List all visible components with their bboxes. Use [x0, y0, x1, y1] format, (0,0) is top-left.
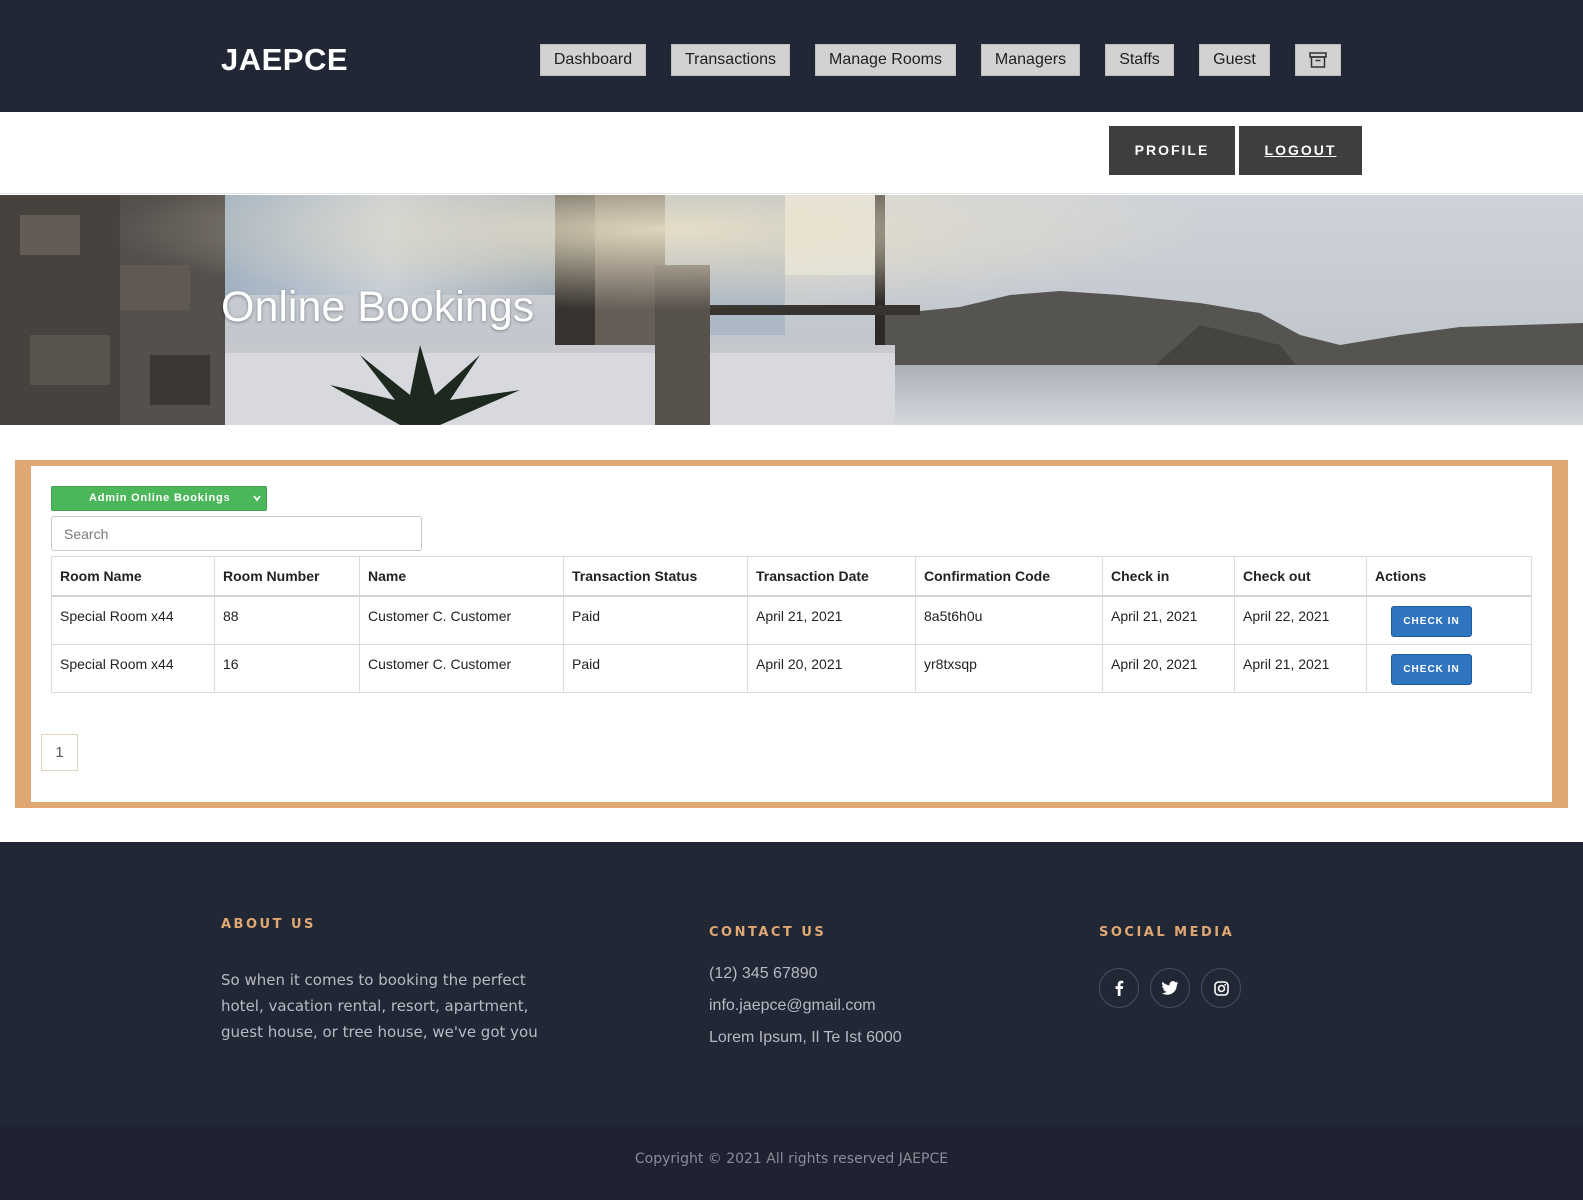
table-row: Special Room x44 16 Customer C. Customer…	[51, 643, 1532, 693]
cell-name: Customer C. Customer	[359, 643, 564, 693]
facebook-link[interactable]	[1099, 968, 1139, 1008]
table-header-row: Room Name Room Number Name Transaction S…	[51, 556, 1532, 597]
twitter-icon	[1162, 981, 1178, 995]
facebook-icon	[1115, 980, 1124, 996]
col-confirmation-code[interactable]: Confirmation Code	[915, 556, 1103, 597]
copyright-bar: Copyright © 2021 All rights reserved JAE…	[0, 1125, 1583, 1200]
bookings-table: Room Name Room Number Name Transaction S…	[51, 556, 1532, 693]
nav-transactions-button[interactable]: Transactions	[671, 44, 790, 76]
col-actions: Actions	[1366, 556, 1532, 597]
logout-label: LOGOUT	[1264, 142, 1337, 158]
cell-confirmation-code: yr8txsqp	[915, 643, 1103, 693]
search-input[interactable]	[51, 516, 422, 551]
nav-staffs-button[interactable]: Staffs	[1105, 44, 1174, 76]
contact-address: Lorem Ipsum, Il Te Ist 6000	[709, 1029, 902, 1046]
cell-actions: CHECK IN	[1366, 595, 1532, 645]
instagram-icon	[1213, 980, 1229, 996]
cell-name: Customer C. Customer	[359, 595, 564, 645]
nav-guest-button[interactable]: Guest	[1199, 44, 1270, 76]
cell-check-in: April 21, 2021	[1102, 595, 1235, 645]
bookings-panel: Admin Online Bookings Room Name Room Num…	[31, 466, 1552, 802]
archive-icon	[1309, 52, 1327, 68]
top-navbar: JAEPCE Dashboard Transactions Manage Roo…	[0, 0, 1583, 112]
admin-bookings-dropdown[interactable]: Admin Online Bookings	[51, 486, 267, 511]
col-transaction-status[interactable]: Transaction Status	[563, 556, 748, 597]
col-check-in[interactable]: Check in	[1102, 556, 1235, 597]
logout-button[interactable]: LOGOUT	[1239, 126, 1362, 175]
chevron-down-icon	[253, 495, 261, 502]
nav-manage-rooms-button[interactable]: Manage Rooms	[815, 44, 956, 76]
about-text: So when it comes to booking the perfect …	[221, 971, 538, 1041]
col-room-name[interactable]: Room Name	[51, 556, 215, 597]
about-heading: ABOUT US	[221, 917, 316, 932]
check-in-button[interactable]: CHECK IN	[1391, 606, 1472, 637]
pagination-page-1[interactable]: 1	[41, 734, 78, 771]
brand-logo[interactable]: JAEPCE	[221, 42, 348, 78]
cell-room-number: 88	[214, 595, 360, 645]
cell-transaction-status: Paid	[563, 643, 748, 693]
page-title: Online Bookings	[221, 283, 535, 331]
copyright-text: Copyright © 2021 All rights reserved JAE…	[634, 1151, 949, 1167]
cell-transaction-date: April 20, 2021	[747, 643, 916, 693]
cell-check-out: April 21, 2021	[1234, 643, 1367, 693]
col-transaction-date[interactable]: Transaction Date	[747, 556, 916, 597]
table-row: Special Room x44 88 Customer C. Customer…	[51, 595, 1532, 645]
nav-managers-button[interactable]: Managers	[981, 44, 1080, 76]
instagram-link[interactable]	[1201, 968, 1241, 1008]
col-name[interactable]: Name	[359, 556, 564, 597]
hero-banner: Online Bookings	[0, 195, 1583, 425]
col-room-number[interactable]: Room Number	[214, 556, 360, 597]
cell-transaction-date: April 21, 2021	[747, 595, 916, 645]
social-heading: SOCIAL MEDIA	[1099, 925, 1235, 940]
profile-button[interactable]: PROFILE	[1109, 126, 1235, 175]
cell-confirmation-code: 8a5t6h0u	[915, 595, 1103, 645]
cell-transaction-status: Paid	[563, 595, 748, 645]
nav-dashboard-button[interactable]: Dashboard	[540, 44, 646, 76]
cell-check-out: April 22, 2021	[1234, 595, 1367, 645]
cell-actions: CHECK IN	[1366, 643, 1532, 693]
cell-room-name: Special Room x44	[51, 643, 215, 693]
col-check-out[interactable]: Check out	[1234, 556, 1367, 597]
contact-heading: CONTACT US	[709, 925, 827, 940]
dropdown-label: Admin Online Bookings	[89, 492, 231, 504]
cell-room-name: Special Room x44	[51, 595, 215, 645]
nav-archive-button[interactable]	[1295, 44, 1341, 76]
contact-phone: (12) 345 67890	[709, 965, 818, 982]
footer: ABOUT US So when it comes to booking the…	[0, 842, 1583, 1125]
twitter-link[interactable]	[1150, 968, 1190, 1008]
cell-check-in: April 20, 2021	[1102, 643, 1235, 693]
account-bar: PROFILE LOGOUT	[0, 112, 1583, 194]
contact-email[interactable]: info.jaepce@gmail.com	[709, 997, 876, 1015]
check-in-button[interactable]: CHECK IN	[1391, 653, 1472, 685]
bookings-panel-border: Admin Online Bookings Room Name Room Num…	[15, 460, 1568, 808]
cell-room-number: 16	[214, 643, 360, 693]
